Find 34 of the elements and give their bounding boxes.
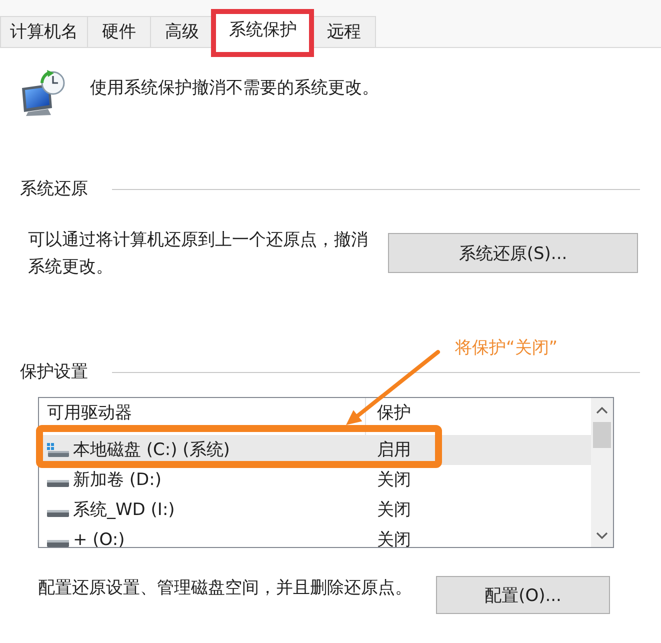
system-drive-icon xyxy=(47,443,69,457)
configure-button[interactable]: 配置(O)... xyxy=(436,576,610,614)
tab[interactable]: 硬件 xyxy=(87,16,151,48)
protection-status: 关闭 xyxy=(376,470,411,490)
protection-status: 关闭 xyxy=(376,530,411,547)
description-text: 配置还原设置、管理磁盘空间，并且删除还原点。 xyxy=(38,578,412,598)
drive-name: 系统_WD (I:) xyxy=(73,500,175,520)
drive-name: 本地磁盘 (C:) (系统) xyxy=(73,440,230,460)
column-header[interactable]: 保护 xyxy=(377,403,411,423)
chevron-up-icon xyxy=(596,406,608,414)
drive-name: + (O:) xyxy=(73,530,125,547)
drive-icon xyxy=(47,540,69,546)
section-heading: 保护设置 xyxy=(20,362,88,382)
drive-row[interactable]: 新加卷 (D:) 关闭 xyxy=(39,465,591,495)
tab[interactable]: 高级 xyxy=(150,16,214,48)
drive-icon xyxy=(47,510,69,516)
scrollbar[interactable] xyxy=(591,398,613,547)
protection-status: 启用 xyxy=(376,440,411,460)
description-text: 可以通过将计算机还原到上一个还原点，撤消系统更改。 xyxy=(28,229,369,279)
tab[interactable]: 远程 xyxy=(312,16,376,48)
drive-name: 新加卷 (D:) xyxy=(73,470,162,490)
drive-row[interactable]: + (O:) 关闭 xyxy=(39,525,591,547)
computer-clock-icon xyxy=(20,70,66,116)
drive-icon xyxy=(47,480,69,486)
drive-row[interactable]: 系统_WD (I:) 关闭 xyxy=(39,495,591,525)
chevron-down-icon xyxy=(596,532,608,538)
column-header[interactable]: 可用驱动器 xyxy=(47,403,132,423)
intro-text: 使用系统保护撤消不需要的系统更改。 xyxy=(90,78,379,98)
protection-status: 关闭 xyxy=(376,500,411,520)
callout-text: 将保护“关闭” xyxy=(455,337,558,359)
system-restore-button[interactable]: 系统还原(S)... xyxy=(388,233,638,273)
tab[interactable]: 计算机名 xyxy=(0,16,88,48)
section-heading: 系统还原 xyxy=(20,179,88,199)
scrollbar-thumb[interactable] xyxy=(593,422,611,448)
